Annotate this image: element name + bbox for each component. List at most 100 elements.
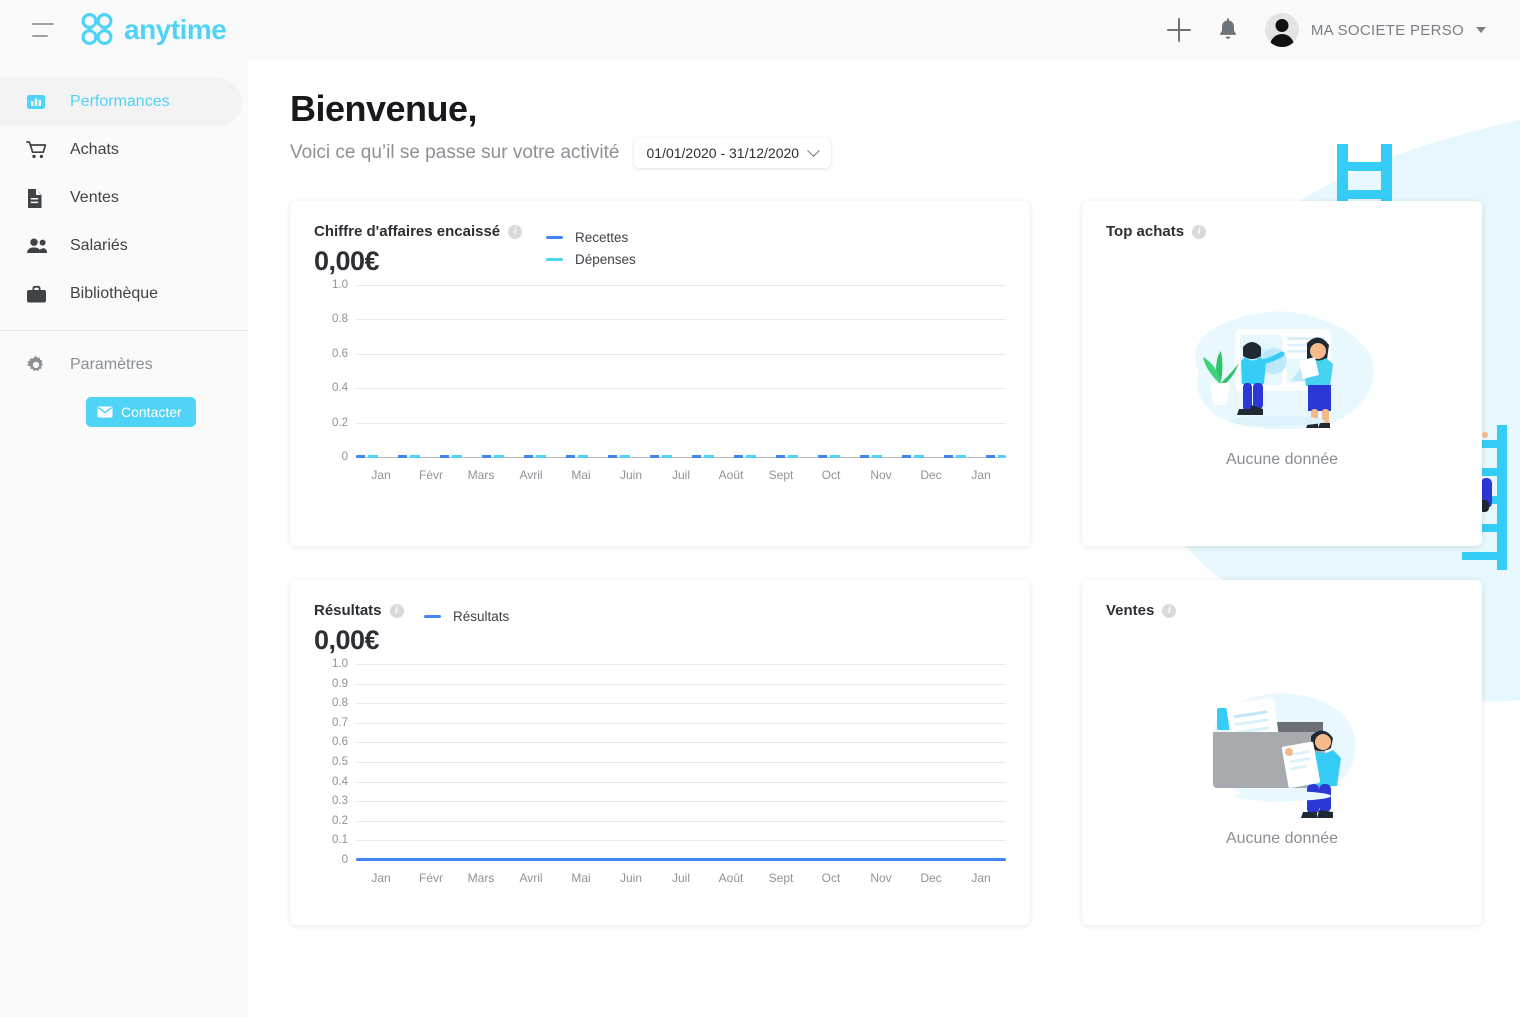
legend-swatch-recettes: [546, 235, 563, 239]
y-axis-tick: 0.3: [332, 795, 348, 808]
x-axis-labels: Jan Févr Mars Avril Mai Juin Juil Août Sept Oct No…: [356, 468, 1006, 482]
sidebar-item-ventes[interactable]: Ventes: [0, 174, 248, 222]
y-axis-tick: 0.6: [332, 736, 348, 749]
x-axis-labels: Jan Févr Mars Avril Mai Juin Juil Août Sept Oct No…: [356, 871, 1006, 885]
legend-swatch-depenses: [546, 257, 563, 261]
x-axis-tick: Sept: [768, 468, 794, 482]
sidebar-divider: [0, 330, 248, 331]
x-axis-tick: Févr: [419, 468, 443, 482]
briefcase-icon: [26, 285, 52, 304]
x-axis-tick: Juil: [671, 871, 690, 885]
gridline: [356, 664, 1006, 665]
chart-results: 0 0.1 0.2 0.3 0.4 0.5 0.6 0.7 0.8 0.9 1.0 Jan Févr M…: [314, 658, 1006, 885]
sidebar: Performances Achats Ventes Salariés Bibl…: [0, 60, 248, 1017]
legend-item[interactable]: Dépenses: [546, 248, 636, 270]
card-title: Top achats i: [1106, 223, 1458, 240]
x-axis-tick: Mai: [571, 468, 591, 482]
gridline: [356, 781, 1006, 783]
x-axis-tick: Jan: [971, 871, 991, 885]
sidebar-item-salaries[interactable]: Salariés: [0, 222, 248, 270]
gridline: [356, 353, 1006, 355]
y-axis-tick: 0.8: [332, 313, 348, 326]
card-title: Ventes i: [1106, 602, 1458, 619]
plus-icon[interactable]: [1166, 18, 1191, 42]
envelope-icon: [97, 406, 113, 418]
gridline: [356, 422, 1006, 424]
chart-revenue: 0 0.2 0.4 0.6 0.8 1.0 Jan Févr Mars Avril Mai Juin…: [314, 279, 1006, 482]
gridline: [356, 722, 1006, 724]
page-subtitle: Voici ce qu’il se passe sur votre activi…: [290, 142, 620, 163]
document-icon: [26, 188, 52, 209]
date-range-picker[interactable]: 01/01/2020 - 31/12/2020: [633, 138, 832, 168]
y-axis-tick: 0.4: [332, 382, 348, 395]
x-axis-tick: Jan: [371, 871, 391, 885]
card-title-text: Résultats: [314, 602, 382, 619]
y-axis-tick: 0.5: [332, 756, 348, 768]
chevron-down-icon: [807, 143, 820, 157]
gridline: [356, 840, 1006, 842]
x-axis-tick: Nov: [870, 468, 892, 482]
contact-button-label: Contacter: [121, 404, 182, 420]
y-axis-tick: 0.1: [332, 834, 348, 847]
y-axis-tick: 0.2: [332, 814, 348, 827]
card-ventes: Ventes i Aucune donnée: [1082, 580, 1482, 925]
gridline: [356, 762, 1006, 763]
card-title: Chiffre d'affaires encaissé i: [314, 223, 546, 240]
page-header: Bienvenue, Voici ce qu’il se passe sur v…: [248, 60, 1520, 168]
brand-logo[interactable]: anytime: [76, 10, 227, 50]
x-axis-tick: Jan: [971, 468, 991, 482]
avatar: [1264, 13, 1299, 47]
x-axis-tick: Dec: [920, 871, 942, 885]
gridline: [356, 801, 1006, 803]
sidebar-item-performances[interactable]: Performances: [0, 78, 242, 126]
contact-button[interactable]: Contacter: [86, 397, 196, 427]
sidebar-item-bibliotheque[interactable]: Bibliothèque: [0, 270, 248, 318]
card-title-text: Ventes: [1106, 602, 1155, 619]
series-line-depenses: [356, 455, 1006, 458]
sidebar-item-label: Bibliothèque: [70, 285, 159, 302]
x-axis-tick: Oct: [821, 468, 841, 482]
bell-icon[interactable]: [1217, 18, 1239, 42]
x-axis-tick: Mars: [467, 871, 495, 885]
sidebar-item-parametres[interactable]: Paramètres: [0, 341, 248, 389]
sidebar-item-achats[interactable]: Achats: [0, 126, 248, 174]
legend-item[interactable]: Résultats: [424, 605, 509, 627]
chart-legend: Résultats: [424, 605, 509, 627]
legend-item[interactable]: Recettes: [546, 226, 636, 248]
y-axis-tick: 0.6: [332, 347, 348, 360]
y-axis-tick: 1.0: [332, 279, 348, 291]
info-icon[interactable]: i: [1162, 603, 1177, 618]
x-axis-tick: Avril: [519, 468, 543, 482]
x-axis-tick: Dec: [920, 468, 942, 482]
sidebar-item-label: Performances: [70, 93, 170, 110]
gear-icon: [26, 355, 52, 375]
info-icon[interactable]: i: [1192, 224, 1207, 239]
main-content: Bienvenue, Voici ce qu’il se passe sur v…: [248, 60, 1520, 1017]
gridline: [356, 319, 1006, 321]
card-title-text: Top achats: [1106, 223, 1185, 240]
gridline: [356, 388, 1006, 390]
card-resultats: Résultats i 0,00€ Résultats 0 0.1 0.2 0.3 0.…: [290, 580, 1030, 925]
chart-bar-icon: [26, 92, 52, 112]
page-title: Bienvenue,: [290, 88, 478, 129]
x-axis-tick: Nov: [870, 871, 892, 885]
y-axis-tick: 0.9: [332, 677, 348, 690]
hamburger-icon[interactable]: [32, 23, 54, 37]
dashboard-grid: Chiffre d'affaires encaissé i 0,00€ Rece…: [290, 201, 1482, 925]
gridline: [356, 285, 1006, 286]
card-amount: 0,00€: [314, 625, 380, 655]
y-axis-tick: 0.8: [332, 697, 348, 710]
legend-swatch-resultats: [424, 614, 441, 618]
y-axis-tick: 0: [341, 854, 348, 866]
gridline: [356, 703, 1006, 705]
info-icon[interactable]: i: [389, 603, 404, 618]
x-axis-tick: Oct: [821, 871, 841, 885]
gridline: [356, 742, 1006, 744]
date-range-value: 01/01/2020 - 31/12/2020: [646, 145, 800, 161]
legend-label: Résultats: [453, 608, 510, 624]
x-axis-tick: Févr: [419, 871, 443, 885]
info-icon[interactable]: i: [508, 224, 523, 239]
account-menu[interactable]: MA SOCIETE PERSO: [1264, 13, 1486, 47]
x-axis-tick: Juil: [671, 468, 690, 482]
sidebar-item-label: Ventes: [70, 189, 119, 206]
